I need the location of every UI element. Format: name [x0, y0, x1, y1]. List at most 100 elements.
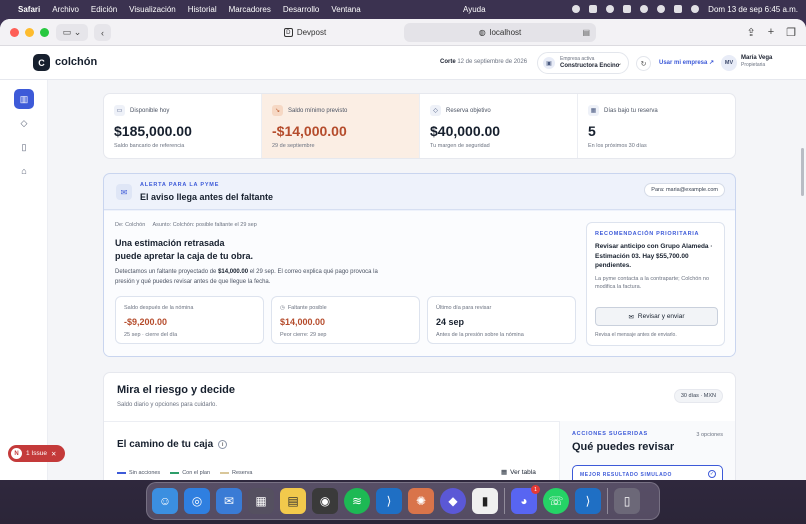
stat-value: -$14,000.00: [272, 123, 347, 139]
stat-label: Disponible hoy: [130, 107, 170, 114]
view-table-button[interactable]: ▦ Ver tabla: [501, 468, 536, 477]
brand-name[interactable]: colchón: [55, 56, 97, 68]
address-bar[interactable]: ◍ localhost ▤: [404, 23, 596, 42]
stat-dias-bajo-reserva: ▦ Días bajo tu reserva 5 En los próximos …: [578, 94, 735, 158]
company-selector[interactable]: ▣ Empresa activa Constructora Encino ⌄: [537, 52, 629, 74]
email-paragraph: Detectamos un faltante proyectado de $14…: [115, 267, 385, 287]
whatsapp-icon[interactable]: ☏: [543, 488, 569, 514]
user-name: María Vega: [741, 55, 773, 61]
menu-archivo[interactable]: Archivo: [52, 5, 79, 14]
tab-overview-icon[interactable]: ❐: [786, 26, 796, 39]
menu-visualizacion[interactable]: Visualización: [129, 5, 176, 14]
sidebar-item-documents[interactable]: ▯: [14, 137, 34, 157]
reco-footnote: Revisa el mensaje antes de enviarlo.: [595, 332, 677, 338]
new-tab-icon[interactable]: +: [768, 26, 774, 39]
review-and-send-label: Revisar y enviar: [637, 313, 685, 320]
menu-safari[interactable]: Safari: [18, 5, 40, 14]
menu-ayuda[interactable]: Ayuda: [463, 5, 486, 14]
minimize-window-button[interactable]: [25, 27, 34, 37]
discord-badge: 1: [531, 485, 540, 494]
next-logo-icon: N: [11, 448, 22, 459]
clock[interactable]: Dom 13 de sep 6:45 a.m.: [708, 5, 798, 14]
back-button[interactable]: ‹: [94, 24, 111, 41]
play-icon[interactable]: [640, 5, 649, 13]
reco-note: La pyme contacta a la contraparte; Colch…: [595, 275, 710, 290]
browser-window: ▭ ⌄ ‹ D Devpost ◍ localhost ▤ ⇪ + ❐ C co…: [0, 19, 806, 480]
sidebar-item-bank[interactable]: ⌂: [14, 161, 34, 181]
safari-icon[interactable]: ◎: [184, 488, 210, 514]
close-icon[interactable]: ✕: [51, 450, 56, 458]
reader-icon[interactable]: ▤: [582, 28, 590, 37]
close-window-button[interactable]: [10, 27, 19, 37]
mini-sub: Antes de la presión sobre la nómina: [436, 332, 524, 338]
vscode-alt-icon[interactable]: ⟩: [575, 488, 601, 514]
page-scrollbar[interactable]: [801, 148, 804, 196]
menu-edicion[interactable]: Edición: [91, 5, 117, 14]
risk-subtitle: Saldo diario y opciones para cuidarlo.: [117, 402, 218, 408]
mail-icon[interactable]: ✉: [216, 488, 242, 514]
menu-marcadores[interactable]: Marcadores: [229, 5, 271, 14]
sidebar-toggle-button[interactable]: ▭ ⌄: [56, 24, 88, 41]
alert-email-preview: De: Colchón Asunto: Colchón: posible fal…: [104, 211, 735, 356]
finder-icon[interactable]: ☺: [152, 488, 178, 514]
status-icon-2[interactable]: [589, 5, 598, 13]
stat-label: Días bajo tu reserva: [604, 107, 658, 114]
globe-icon: ◍: [478, 28, 486, 37]
battery-icon[interactable]: [623, 5, 632, 13]
sidebar-item-security[interactable]: ◇: [14, 113, 34, 133]
reco-kicker: RECOMENDACIÓN PRIORITARIA: [595, 231, 700, 237]
launchpad-icon[interactable]: ▦: [248, 488, 274, 514]
claude-icon[interactable]: ✺: [408, 488, 434, 514]
use-my-company-link[interactable]: Usar mi empresa ↗: [659, 59, 714, 66]
email-headline: Una estimación retrasada puede apretar l…: [115, 237, 355, 263]
tab-devpost[interactable]: D Devpost: [210, 23, 400, 42]
vscode-icon[interactable]: ⟩: [376, 488, 402, 514]
control-center-icon[interactable]: [674, 5, 683, 13]
issue-badge[interactable]: N 1 Issue ✕: [8, 445, 65, 462]
zoom-window-button[interactable]: [40, 27, 49, 37]
status-icon-1[interactable]: [572, 5, 581, 13]
company-name: Constructora Encino: [560, 63, 620, 69]
colchon-logo-icon[interactable]: C: [33, 54, 50, 71]
best-result-option[interactable]: MEJOR RESULTADO SIMULADO ✓: [572, 465, 723, 480]
terminal-icon[interactable]: ▮: [472, 488, 498, 514]
dock: ☺ ◎ ✉ ▦ ▤ ◉ ≋ ⟩ ✺ ◆ ▮ ◕ 1 ☏ ⟩ ▯: [146, 482, 660, 520]
wifi-icon[interactable]: [606, 5, 615, 13]
alert-header: ✉ ALERTA PARA LA PYME El aviso llega ant…: [104, 174, 735, 210]
siri-icon[interactable]: [691, 5, 700, 13]
alert-panel: ✉ ALERTA PARA LA PYME El aviso llega ant…: [103, 173, 736, 357]
mini-value: 24 sep: [436, 317, 465, 327]
share-icon[interactable]: ⇪: [746, 26, 755, 39]
url-text: localhost: [489, 28, 522, 37]
trash-icon[interactable]: ▯: [614, 488, 640, 514]
chart-icon: ▥: [19, 93, 29, 104]
refresh-button[interactable]: ↻: [636, 56, 651, 71]
trend-down-icon: ↘: [272, 105, 283, 116]
actions-count: 3 opciones: [696, 432, 723, 438]
suggested-actions-panel: ACCIONES SUGERIDAS 3 opciones Qué puedes…: [559, 421, 735, 480]
review-and-send-button[interactable]: ✉ Revisar y enviar: [595, 307, 718, 326]
issue-label: 1 Issue: [26, 450, 47, 457]
actions-title: Qué puedes revisar: [572, 441, 675, 453]
stat-sub: Tu margen de seguridad: [430, 143, 490, 149]
spotlight-search-icon[interactable]: [657, 5, 666, 13]
mini-card-saldo-nomina: Saldo después de la nómina -$9,200.00 25…: [115, 296, 264, 344]
email-subject: Asunto: Colchón: posible faltante el 29 …: [152, 222, 257, 228]
menu-ventana[interactable]: Ventana: [331, 5, 360, 14]
alert-title: El aviso llega antes del faltante: [140, 192, 274, 202]
stat-sub: En los próximos 30 días: [588, 143, 647, 149]
info-icon[interactable]: i: [218, 440, 228, 449]
notes-icon[interactable]: ▤: [280, 488, 306, 514]
spotify-icon[interactable]: ≋: [344, 488, 370, 514]
menu-desarrollo[interactable]: Desarrollo: [283, 5, 319, 14]
sidebar-item-dashboard[interactable]: ▥: [14, 89, 34, 109]
proton-icon[interactable]: ◆: [440, 488, 466, 514]
avatar[interactable]: MV: [721, 55, 737, 71]
menu-historial[interactable]: Historial: [188, 5, 217, 14]
chrome-icon[interactable]: ◉: [312, 488, 338, 514]
mini-value: $14,000.00: [280, 317, 326, 327]
mini-card-faltante: ◷ Faltante posible $14,000.00 Peor cierre…: [271, 296, 420, 344]
stat-reserva-objetivo: ◇ Reserva objetivo $40,000.00 Tu margen d…: [420, 94, 578, 158]
stat-sub: Saldo bancario de referencia: [114, 143, 185, 149]
discord-icon[interactable]: ◕ 1: [511, 485, 540, 514]
